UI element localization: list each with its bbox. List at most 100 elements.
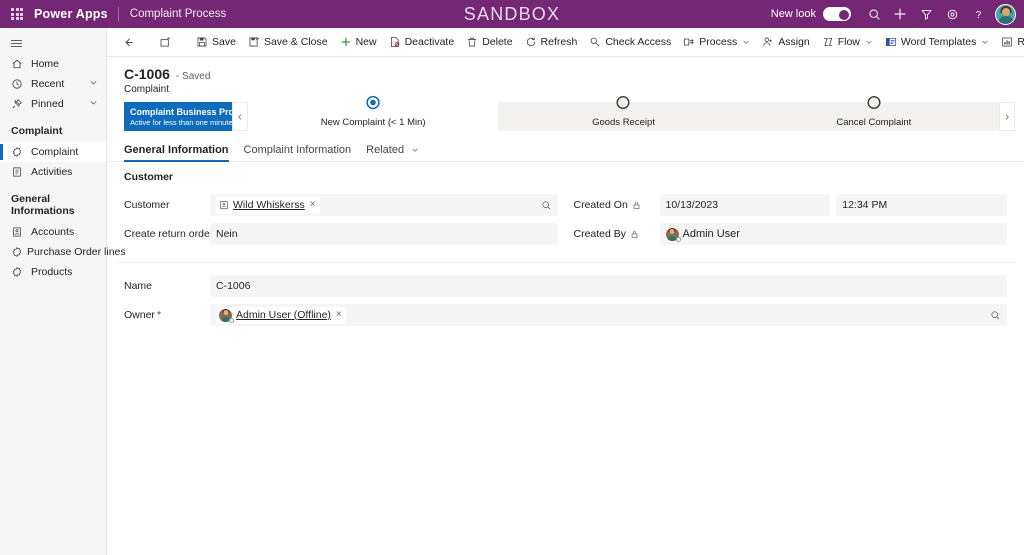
command-label: Assign: [778, 36, 810, 48]
bpf-stage-cancel-complaint[interactable]: Cancel Complaint: [749, 95, 999, 131]
process-button[interactable]: Process: [677, 31, 756, 54]
created-on-date-input[interactable]: 10/13/2023: [659, 194, 831, 216]
run-report-button[interactable]: Run Report: [995, 31, 1024, 54]
refresh-icon: [525, 36, 537, 48]
home-icon: [11, 58, 27, 70]
user-avatar[interactable]: [995, 3, 1016, 25]
sidebar-item-activities[interactable]: Activities: [0, 162, 106, 182]
assign-icon: [762, 36, 774, 48]
save-button[interactable]: Save: [190, 31, 242, 54]
plus-icon: [340, 36, 352, 48]
sidebar-item-home[interactable]: Home: [0, 54, 106, 74]
command-label: Word Templates: [900, 36, 977, 48]
chevron-down-icon[interactable]: [742, 38, 750, 46]
pin-icon: [11, 98, 27, 110]
bpf-stage-label: Goods Receipt: [592, 117, 655, 128]
bpf-previous-stage-button[interactable]: [232, 102, 248, 131]
owner-value[interactable]: Admin User (Offline): [236, 309, 331, 321]
account-icon: [11, 226, 27, 238]
name-input[interactable]: C-1006: [210, 275, 1007, 297]
command-label: Save: [212, 36, 236, 48]
sidebar-item-complaint[interactable]: Complaint: [0, 142, 106, 162]
create-return-order-input[interactable]: Nein: [210, 223, 558, 245]
tab-related-label: Related: [366, 144, 405, 156]
brand-label[interactable]: Power Apps: [34, 7, 118, 21]
section-title: Customer: [124, 171, 174, 183]
sidebar-item-label: Accounts: [31, 226, 75, 238]
bpf-stage-new-complaint[interactable]: New Complaint (< 1 Min): [248, 95, 499, 131]
sidebar-item-recent[interactable]: Recent: [0, 74, 106, 94]
customer-lookup-pill[interactable]: Wild Whiskerss ×: [216, 196, 320, 214]
site-map-navigation: Home Recent Pinned Complaint Complaint A…: [0, 28, 126, 555]
remove-owner-button[interactable]: ×: [336, 310, 342, 320]
tab-general-information[interactable]: General Information: [124, 144, 229, 162]
customer-section: Customer Customer Wild Whiskerss × Creat…: [116, 162, 1015, 263]
flow-button[interactable]: Flow: [816, 31, 879, 54]
search-icon[interactable]: [537, 200, 552, 211]
bpf-next-stage-button[interactable]: [999, 102, 1015, 131]
field-name: Name C-1006: [124, 275, 1007, 297]
save-and-close-button[interactable]: Save & Close: [242, 31, 334, 54]
report-icon: [1001, 36, 1013, 48]
search-icon[interactable]: [986, 310, 1001, 321]
chevron-down-icon[interactable]: [89, 78, 106, 90]
name-row-wrap: Name C-1006: [116, 275, 1015, 297]
app-name-label[interactable]: Complaint Process: [119, 8, 227, 20]
main-content: Save Save & Close New Deactivate Delete …: [107, 28, 1024, 555]
record-entity-name: Complaint: [124, 84, 170, 95]
search-button[interactable]: [861, 1, 887, 27]
bpf-stage-list: New Complaint (< 1 Min) Goods Receipt Ca…: [248, 95, 999, 131]
record-header: C-1006 - Saved Complaint: [107, 57, 1024, 99]
new-button[interactable]: New: [334, 31, 383, 54]
sidebar-item-pinned[interactable]: Pinned: [0, 94, 106, 114]
hamburger-icon: [11, 38, 22, 49]
tab-complaint-information[interactable]: Complaint Information: [244, 144, 352, 161]
help-icon[interactable]: ?: [965, 1, 991, 27]
command-label: Check Access: [605, 36, 672, 48]
created-on-time-input[interactable]: 12:34 PM: [836, 194, 1007, 216]
open-in-new-window-button[interactable]: [153, 31, 182, 54]
field-label: Created By: [574, 228, 660, 240]
deactivate-button[interactable]: Deactivate: [383, 31, 461, 54]
sidebar-item-accounts[interactable]: Accounts: [0, 222, 106, 242]
quick-create-button[interactable]: [887, 1, 913, 27]
chevron-down-icon[interactable]: [89, 98, 106, 110]
filter-icon[interactable]: [913, 1, 939, 27]
command-label: Refresh: [540, 36, 578, 48]
bpf-stage-goods-receipt[interactable]: Goods Receipt: [498, 95, 748, 131]
delete-button[interactable]: Delete: [460, 31, 518, 54]
remove-customer-button[interactable]: ×: [310, 200, 316, 210]
assign-button[interactable]: Assign: [756, 31, 816, 54]
refresh-button[interactable]: Refresh: [519, 31, 584, 54]
chevron-down-icon[interactable]: [865, 38, 873, 46]
lock-icon: [630, 230, 639, 239]
bpf-name-tag[interactable]: Complaint Business Proc... Active for le…: [124, 102, 232, 131]
sidebar-item-purchase-order-lines[interactable]: Purchase Order lines: [0, 242, 126, 262]
new-look-toggle[interactable]: [823, 7, 851, 21]
owner-label: Owner: [124, 309, 155, 321]
chevron-down-icon[interactable]: [981, 38, 989, 46]
page-title: C-1006 - Saved: [124, 66, 1024, 82]
tab-related[interactable]: Related: [366, 144, 419, 161]
customer-value[interactable]: Wild Whiskerss: [233, 199, 305, 211]
deactivate-icon: [389, 36, 401, 48]
owner-row-wrap: Owner * Admin User (Offline) ×: [116, 304, 1015, 326]
command-label: New: [355, 36, 377, 48]
owner-lookup-input[interactable]: Admin User (Offline) ×: [210, 304, 1007, 326]
app-launcher-button[interactable]: [0, 8, 34, 20]
check-access-button[interactable]: Check Access: [583, 31, 677, 54]
word-templates-button[interactable]: Word Templates: [879, 31, 995, 54]
chevron-left-icon: [238, 113, 242, 120]
back-button[interactable]: [116, 31, 145, 54]
field-label: Owner *: [124, 309, 210, 321]
chevron-down-icon[interactable]: [411, 146, 419, 154]
waffle-icon: [11, 8, 23, 20]
sidebar-item-products[interactable]: Products: [0, 262, 106, 282]
created-by-value[interactable]: Admin User: [683, 228, 740, 240]
field-created-on: Created On 10/13/2023 12:34 PM: [574, 194, 1007, 216]
settings-gear-icon[interactable]: [939, 1, 965, 27]
customer-lookup-input[interactable]: Wild Whiskerss ×: [210, 194, 558, 216]
created-by-input[interactable]: Admin User: [659, 223, 1007, 245]
owner-lookup-pill[interactable]: Admin User (Offline) ×: [216, 306, 346, 324]
site-map-toggle-button[interactable]: [0, 32, 106, 54]
